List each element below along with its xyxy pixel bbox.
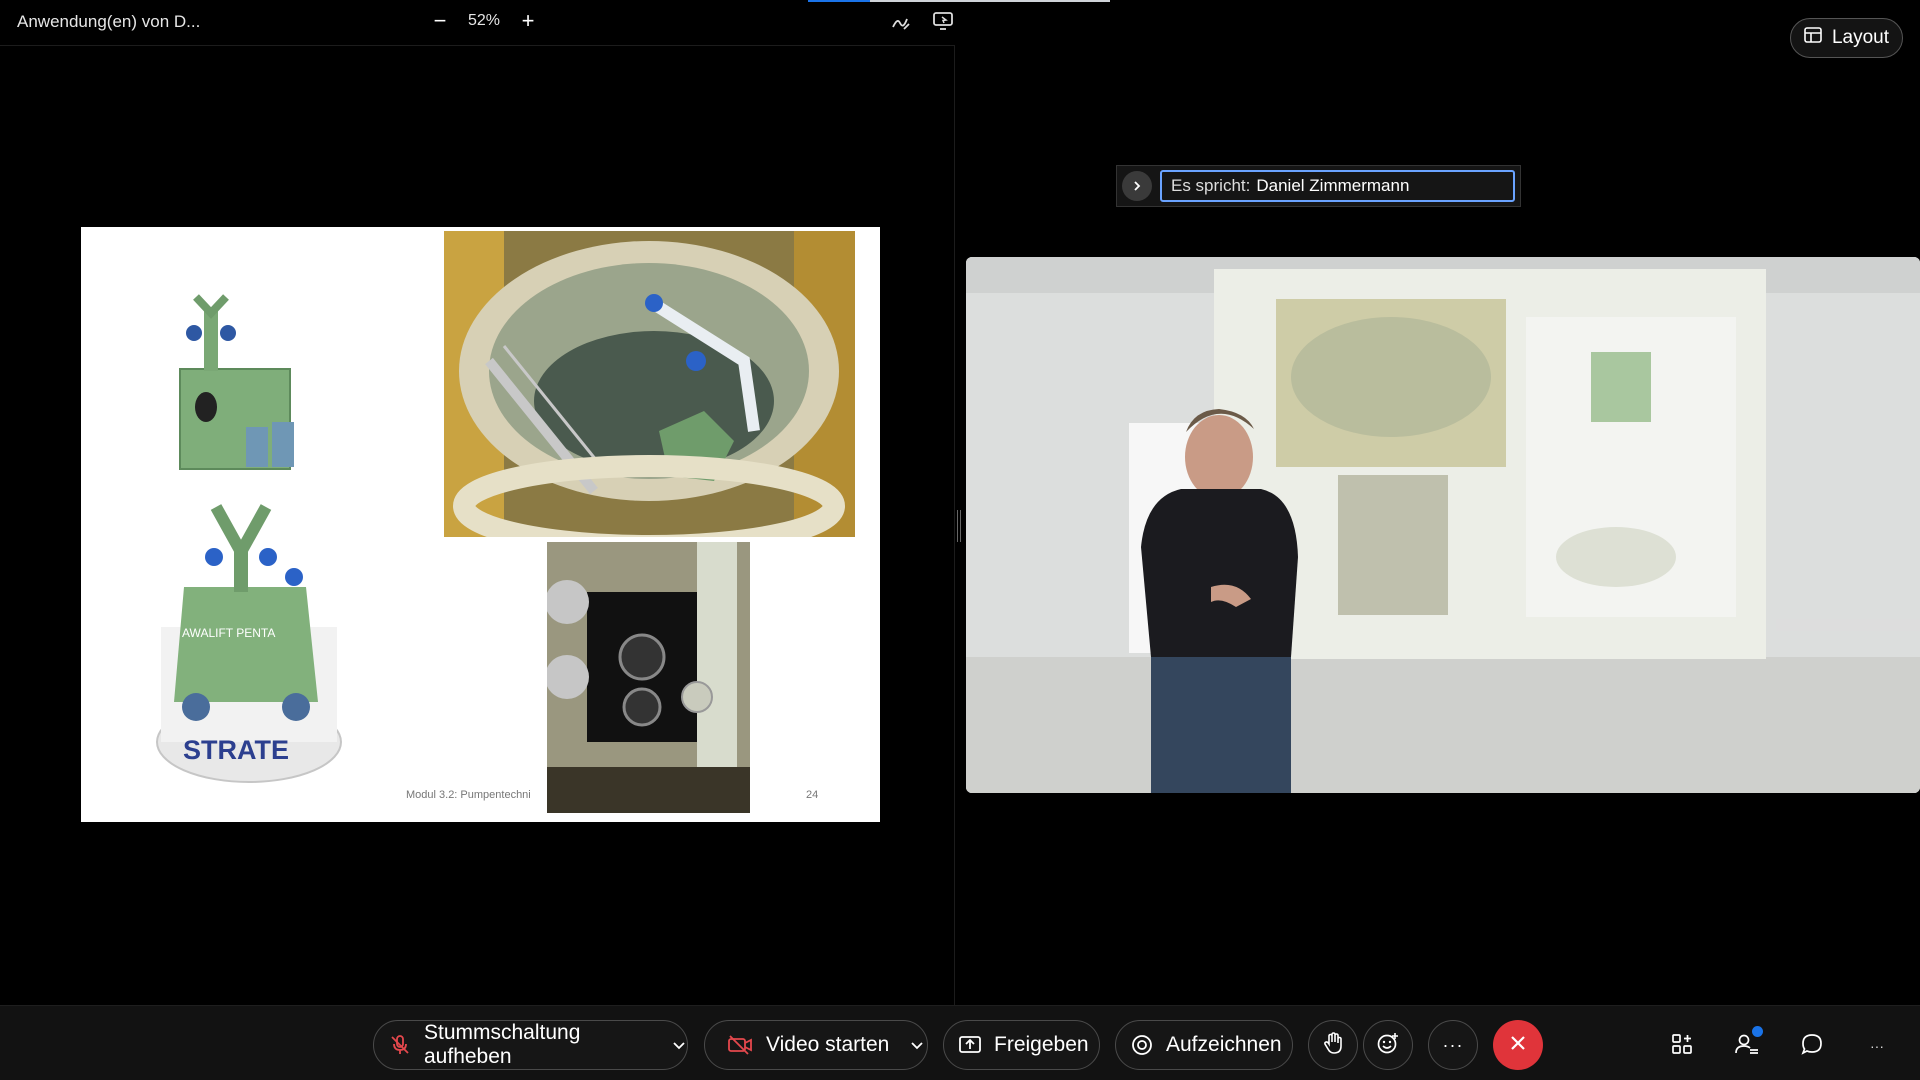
share-title: Anwendung(en) von D... <box>17 12 201 31</box>
chat-button[interactable] <box>1792 1026 1832 1066</box>
pump-shaft-photo <box>444 231 855 537</box>
share-screen-icon <box>958 1034 982 1056</box>
more-options-button[interactable]: ··· <box>1428 1020 1478 1070</box>
chevron-down-icon[interactable] <box>671 1037 687 1053</box>
apps-icon <box>1670 1032 1694 1061</box>
start-video-label: Video starten <box>766 1033 890 1056</box>
layout-label: Layout <box>1831 27 1890 48</box>
more-options-label: ··· <box>1442 1034 1464 1055</box>
remote-control-icon[interactable] <box>932 10 956 32</box>
speaker-prefix: Es spricht: <box>1171 176 1251 195</box>
zoom-control: − 52% + <box>430 8 538 33</box>
slide-footer: Modul 3.2: Pumpentechni <box>406 789 531 801</box>
close-icon <box>1509 1034 1527 1057</box>
presentation-slide: AWALIFT PENTA STRATE Modul 3.2: Pumpente… <box>81 227 880 822</box>
notification-badge <box>1752 1026 1763 1037</box>
pane-resize-handle[interactable] <box>957 510 961 542</box>
active-speaker-bar: Es spricht: Daniel Zimmermann <box>1116 165 1521 207</box>
apps-button[interactable] <box>1662 1026 1702 1066</box>
hand-icon <box>1322 1031 1344 1060</box>
annotate-icon[interactable] <box>890 11 914 33</box>
share-header: Anwendung(en) von D... − 52% + <box>0 0 955 45</box>
layout-button[interactable]: Layout <box>1790 18 1903 58</box>
chevron-right-icon[interactable] <box>1122 171 1152 201</box>
brand-logo: STRATE <box>183 735 289 765</box>
speaker-indicator: Es spricht: Daniel Zimmermann <box>1160 170 1515 202</box>
awalift-penta-photo: AWALIFT PENTA STRATE <box>156 497 361 787</box>
raise-hand-button[interactable] <box>1308 1020 1358 1070</box>
unmute-button[interactable]: Stummschaltung aufheben <box>373 1020 688 1070</box>
pump-chamber-photo <box>547 542 750 813</box>
zoom-in-button[interactable]: + <box>518 8 538 33</box>
share-label: Freigeben <box>994 1033 1089 1056</box>
chevron-down-icon[interactable] <box>909 1037 925 1053</box>
overflow-label: ··· <box>1870 1038 1884 1054</box>
participant-video[interactable] <box>966 257 1920 793</box>
video-off-icon <box>727 1034 753 1056</box>
record-icon <box>1130 1033 1154 1057</box>
microphone-muted-icon <box>388 1033 412 1057</box>
emoji-add-icon <box>1376 1031 1400 1060</box>
pump-station-photo <box>176 287 306 472</box>
overflow-menu-button[interactable]: ··· <box>1857 1026 1897 1066</box>
zoom-out-button[interactable]: − <box>430 8 450 33</box>
meeting-toolbar: Stummschaltung aufheben Video starten Fr… <box>0 1005 1920 1080</box>
start-video-button[interactable]: Video starten <box>704 1020 928 1070</box>
record-label: Aufzeichnen <box>1166 1033 1282 1056</box>
zoom-level: 52% <box>468 12 501 29</box>
share-button[interactable]: Freigeben <box>943 1020 1100 1070</box>
leave-meeting-button[interactable] <box>1493 1020 1543 1070</box>
speaker-name: Daniel Zimmermann <box>1256 176 1410 195</box>
product-label: AWALIFT PENTA <box>182 626 275 640</box>
unmute-label: Stummschaltung aufheben <box>424 1021 581 1068</box>
participants-button[interactable] <box>1727 1026 1767 1066</box>
chat-icon <box>1800 1032 1824 1061</box>
record-button[interactable]: Aufzeichnen <box>1115 1020 1293 1070</box>
reactions-button[interactable] <box>1363 1020 1413 1070</box>
layout-icon <box>1804 27 1822 49</box>
slide-page-number: 24 <box>806 789 819 801</box>
